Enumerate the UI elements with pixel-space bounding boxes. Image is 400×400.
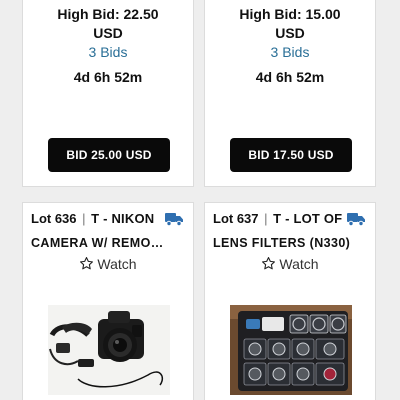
truck-icon [165, 213, 183, 226]
lens-filters-photo[interactable] [230, 305, 352, 395]
lot-title-line2: LENS FILTERS (N330) [213, 236, 351, 250]
lot-title-line2: CAMERA W/ REMO… [31, 236, 164, 250]
high-bid-currency: USD [275, 25, 305, 41]
auction-listing-grid: High Bid: 22.50 USD 3 Bids 4d 6h 52m BID… [0, 0, 400, 400]
star-outline-icon [80, 257, 94, 270]
star-outline-icon [262, 257, 276, 270]
high-bid-amount: High Bid: 22.50 [57, 6, 159, 22]
lot-card-636: Lot 636 | T - NIKON CAMERA W/ REMO… Watc… [22, 202, 194, 400]
high-bid: High Bid: 22.50 USD [23, 5, 193, 43]
bid-button[interactable]: BID 17.50 USD [230, 138, 352, 172]
lot-title-line1: T - LOT OF [273, 211, 343, 226]
time-remaining: 4d 6h 52m [73, 69, 143, 85]
bids-count-link[interactable]: 3 Bids [23, 43, 193, 61]
watch-button[interactable]: Watch [205, 255, 375, 273]
bid-button[interactable]: BID 25.00 USD [48, 138, 170, 172]
high-bid-currency: USD [93, 25, 123, 41]
lot-number: Lot 637 [213, 211, 259, 226]
lot-card-637: Lot 637 | T - LOT OF LENS FILTERS (N330)… [204, 202, 376, 400]
bids-count-link[interactable]: 3 Bids [205, 43, 375, 61]
lot-number: Lot 636 [31, 211, 77, 226]
title-separator: | [82, 211, 86, 226]
camera-photo[interactable] [48, 305, 170, 395]
watch-label: Watch [97, 256, 137, 272]
lot-title-line1: T - NIKON [91, 211, 155, 226]
high-bid-amount: High Bid: 15.00 [239, 6, 341, 22]
camera-image [48, 305, 170, 395]
lot-title[interactable]: Lot 636 | T - NIKON CAMERA W/ REMO… [31, 211, 185, 254]
lot-card: High Bid: 15.00 USD 3 Bids 4d 6h 52m BID… [204, 0, 376, 187]
title-separator: | [264, 211, 268, 226]
truck-icon [347, 213, 365, 226]
high-bid: High Bid: 15.00 USD [205, 5, 375, 43]
watch-button[interactable]: Watch [23, 255, 193, 273]
time-remaining: 4d 6h 52m [255, 69, 325, 85]
lot-card: High Bid: 22.50 USD 3 Bids 4d 6h 52m BID… [22, 0, 194, 187]
lens-filters-image [230, 305, 352, 395]
lot-title[interactable]: Lot 637 | T - LOT OF LENS FILTERS (N330) [213, 211, 367, 254]
watch-label: Watch [279, 256, 319, 272]
